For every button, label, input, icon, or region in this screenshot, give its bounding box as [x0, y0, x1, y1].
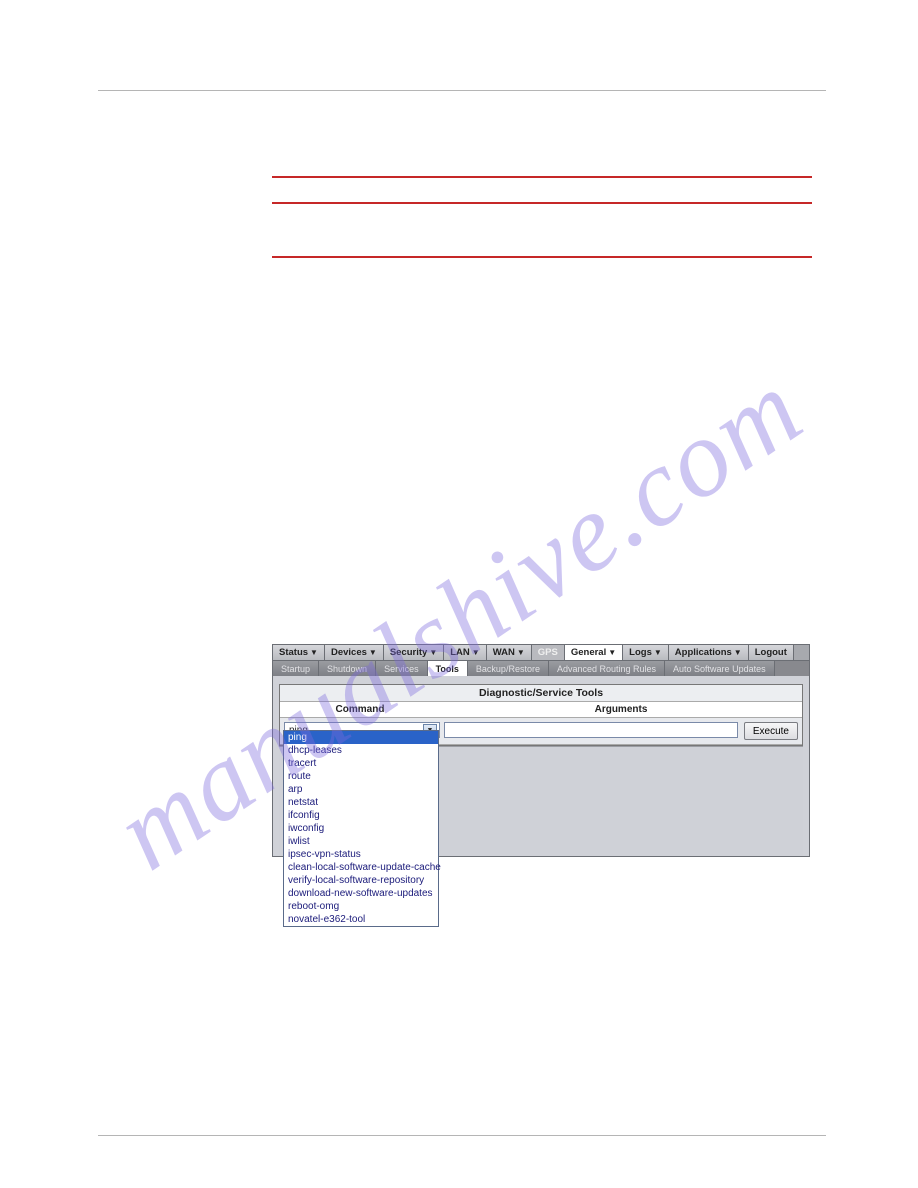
option-ifconfig[interactable]: ifconfig [284, 809, 438, 822]
tab-status[interactable]: Status▼ [273, 645, 325, 660]
subtab-backup-restore[interactable]: Backup/Restore [468, 661, 549, 676]
option-netstat[interactable]: netstat [284, 796, 438, 809]
chevron-down-icon: ▼ [517, 648, 525, 657]
tab-gps[interactable]: GPS [532, 645, 565, 660]
option-iwlist[interactable]: iwlist [284, 835, 438, 848]
arguments-input[interactable] [444, 722, 738, 738]
subtab-startup[interactable]: Startup [273, 661, 319, 676]
option-novatel-tool[interactable]: novatel-e362-tool [284, 913, 438, 926]
router-admin-screenshot: Status▼ Devices▼ Security▼ LAN▼ WAN▼ GPS… [272, 644, 810, 857]
tab-label: WAN [493, 647, 515, 658]
tab-label: Devices [331, 647, 367, 658]
heading-rule-3 [272, 256, 812, 258]
chevron-down-icon: ▼ [472, 648, 480, 657]
subtab-tools[interactable]: Tools [428, 661, 468, 676]
chevron-down-icon: ▼ [654, 648, 662, 657]
tab-label: Status [279, 647, 308, 658]
heading-rule-1 [272, 176, 812, 178]
chevron-down-icon: ▼ [608, 648, 616, 657]
tab-devices[interactable]: Devices▼ [325, 645, 384, 660]
option-ping[interactable]: ping [284, 731, 438, 744]
chevron-down-icon: ▼ [734, 648, 742, 657]
tab-security[interactable]: Security▼ [384, 645, 444, 660]
option-arp[interactable]: arp [284, 783, 438, 796]
heading-rule-2 [272, 202, 812, 204]
option-dhcp-leases[interactable]: dhcp-leases [284, 744, 438, 757]
secondary-nav: Startup Shutdown Services Tools Backup/R… [273, 661, 809, 676]
tab-applications[interactable]: Applications▼ [669, 645, 749, 660]
tab-logs[interactable]: Logs▼ [623, 645, 669, 660]
header-command: Command [280, 702, 440, 717]
option-ipsec-vpn-status[interactable]: ipsec-vpn-status [284, 848, 438, 861]
chevron-down-icon: ▼ [310, 648, 318, 657]
header-arguments: Arguments [440, 702, 802, 717]
page-divider-bottom [98, 1135, 826, 1136]
subtab-auto-software-updates[interactable]: Auto Software Updates [665, 661, 775, 676]
panel-title: Diagnostic/Service Tools [280, 685, 802, 702]
subtab-services[interactable]: Services [376, 661, 428, 676]
option-tracert[interactable]: tracert [284, 757, 438, 770]
tab-label: LAN [450, 647, 470, 658]
tab-label: Applications [675, 647, 732, 658]
tab-label: GPS [538, 647, 558, 658]
page-divider-top [98, 90, 826, 91]
option-iwconfig[interactable]: iwconfig [284, 822, 438, 835]
option-clean-cache[interactable]: clean-local-software-update-cache [284, 861, 438, 874]
chevron-down-icon: ▼ [369, 648, 377, 657]
option-route[interactable]: route [284, 770, 438, 783]
tab-label: Logout [755, 647, 787, 658]
tab-label: Logs [629, 647, 652, 658]
option-download-updates[interactable]: download-new-software-updates [284, 887, 438, 900]
subtab-advanced-routing[interactable]: Advanced Routing Rules [549, 661, 665, 676]
command-dropdown-open[interactable]: ping dhcp-leases tracert route arp netst… [283, 730, 439, 927]
option-reboot-omg[interactable]: reboot-omg [284, 900, 438, 913]
tab-label: General [571, 647, 606, 658]
execute-button[interactable]: Execute [744, 722, 798, 740]
column-headers: Command Arguments [280, 702, 802, 718]
primary-nav: Status▼ Devices▼ Security▼ LAN▼ WAN▼ GPS… [273, 645, 809, 661]
chevron-down-icon: ▼ [429, 648, 437, 657]
tab-wan[interactable]: WAN▼ [487, 645, 532, 660]
subtab-shutdown[interactable]: Shutdown [319, 661, 376, 676]
tab-lan[interactable]: LAN▼ [444, 645, 486, 660]
tab-logout[interactable]: Logout [749, 645, 794, 660]
tab-general[interactable]: General▼ [565, 645, 623, 660]
tab-label: Security [390, 647, 428, 658]
option-verify-repository[interactable]: verify-local-software-repository [284, 874, 438, 887]
